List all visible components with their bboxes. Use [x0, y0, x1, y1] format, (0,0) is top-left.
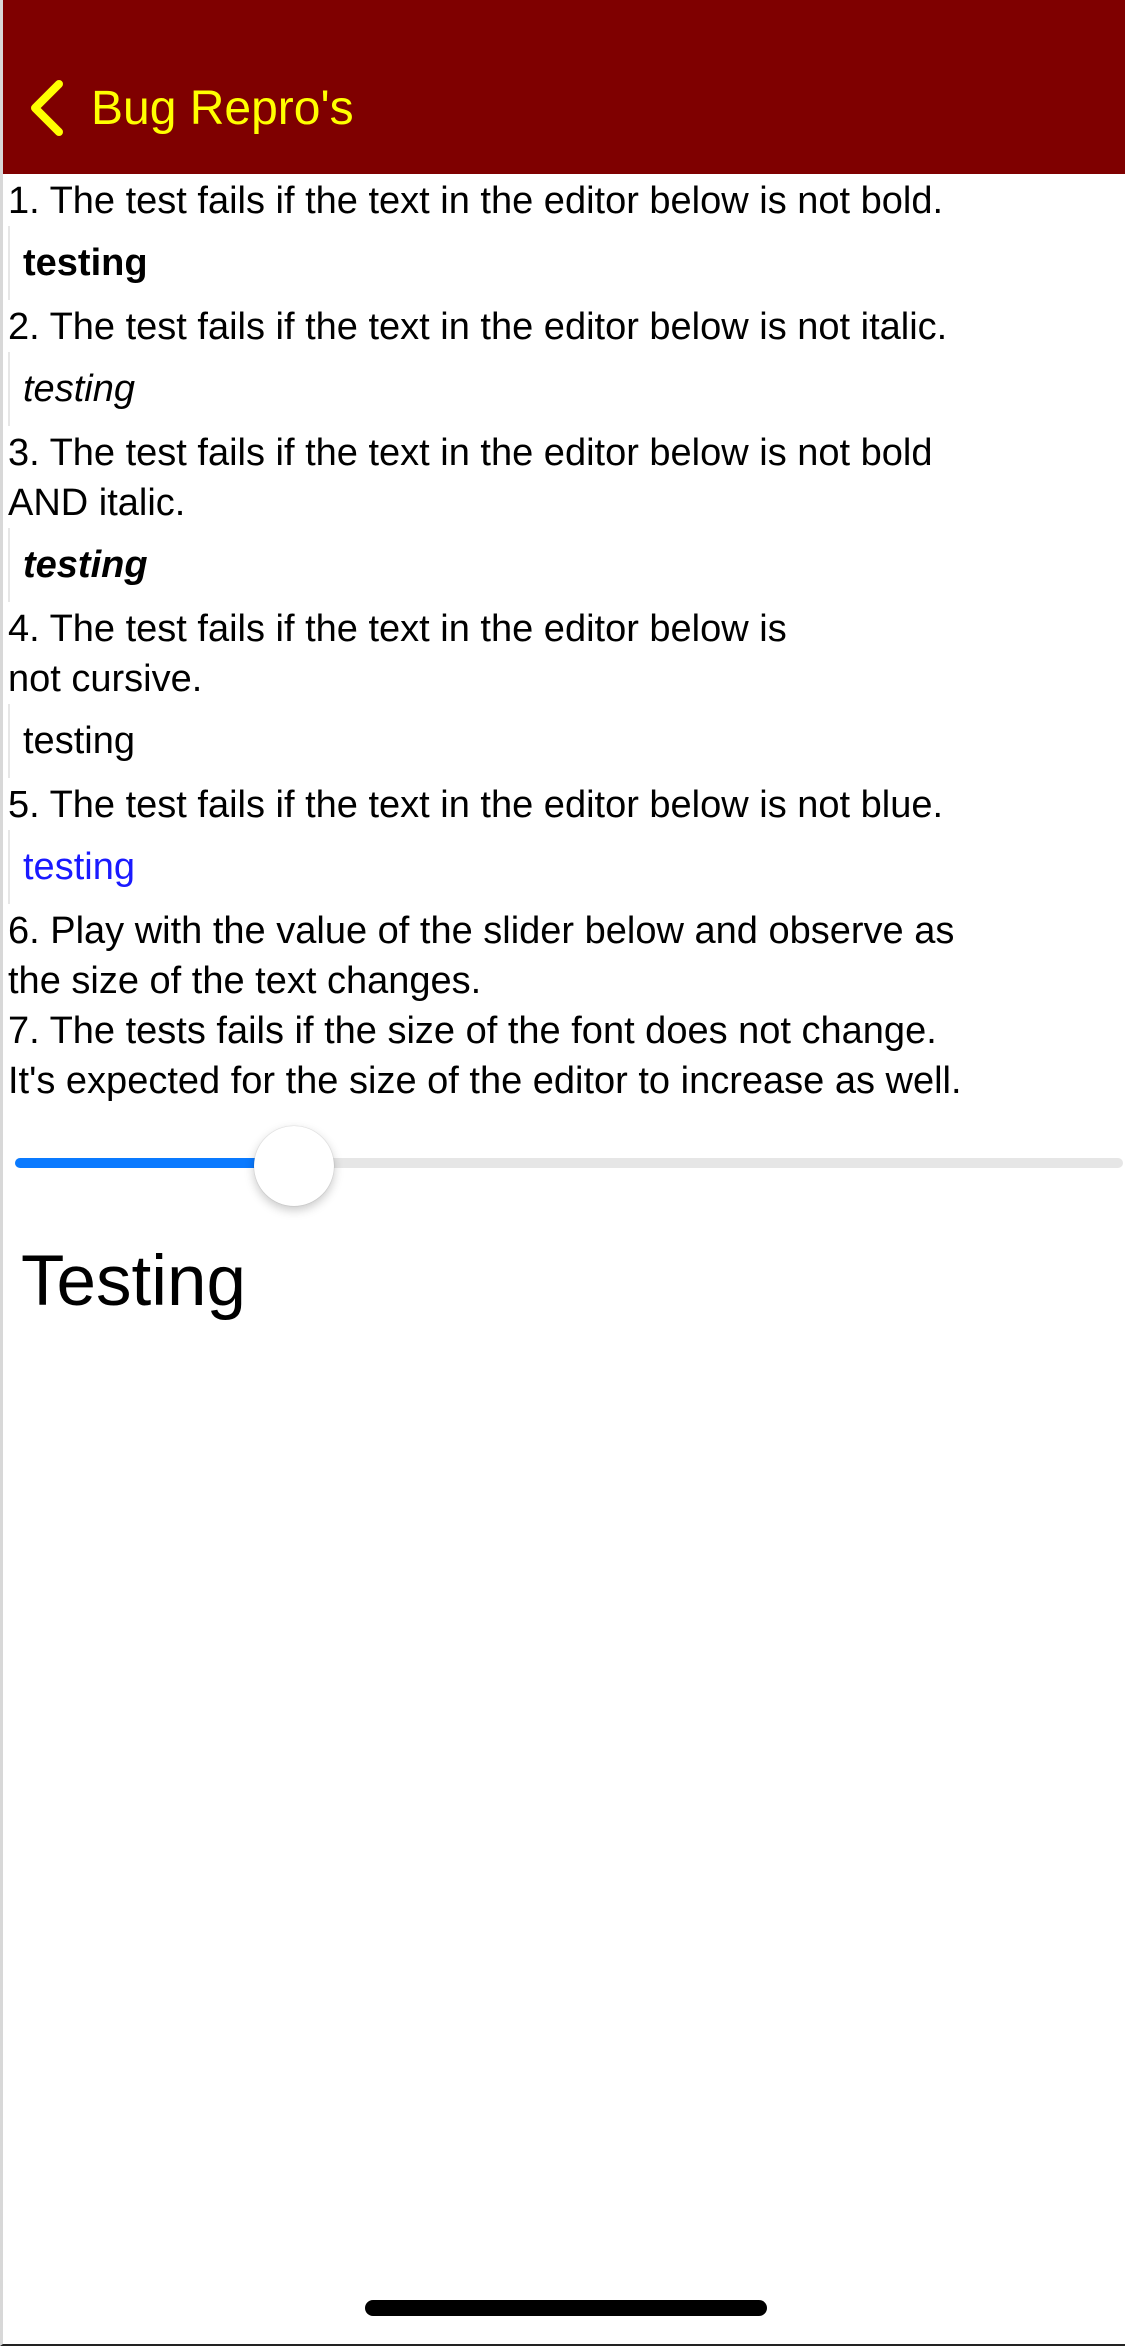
font-size-slider[interactable] — [8, 1112, 1123, 1212]
navigation-bar: Bug Repro's — [3, 0, 1125, 174]
italic-editor[interactable]: testing — [8, 352, 1123, 426]
cursive-editor[interactable]: testing — [8, 704, 1123, 778]
test-3-instruction: 3. The test fails if the text in the edi… — [8, 432, 933, 524]
slider-fill — [15, 1158, 259, 1168]
test-2-instruction: 2. The test fails if the text in the edi… — [8, 306, 948, 348]
bold-editor[interactable]: testing — [8, 226, 1123, 300]
content: 1. The test fails if the text in the edi… — [8, 174, 1123, 1352]
back-button-label: Bug Repro's — [91, 81, 354, 135]
font-size-editor[interactable]: Testing — [8, 1232, 1123, 1352]
slider-track[interactable] — [15, 1158, 1123, 1168]
bold-italic-editor[interactable]: testing — [8, 528, 1123, 602]
test-4-instruction: 4. The test fails if the text in the edi… — [8, 608, 787, 700]
test-5-instruction: 5. The test fails if the text in the edi… — [8, 784, 944, 826]
home-indicator — [365, 2300, 767, 2316]
screen: Bug Repro's 1. The test fails if the tex… — [0, 0, 1125, 2346]
chevron-left-icon — [31, 80, 63, 136]
blue-editor[interactable]: testing — [8, 830, 1123, 904]
slider-instructions: 6. Play with the value of the slider bel… — [8, 910, 962, 1102]
test-1-instruction: 1. The test fails if the text in the edi… — [8, 180, 944, 222]
back-button[interactable]: Bug Repro's — [27, 74, 354, 142]
slider-thumb[interactable] — [253, 1126, 334, 1206]
